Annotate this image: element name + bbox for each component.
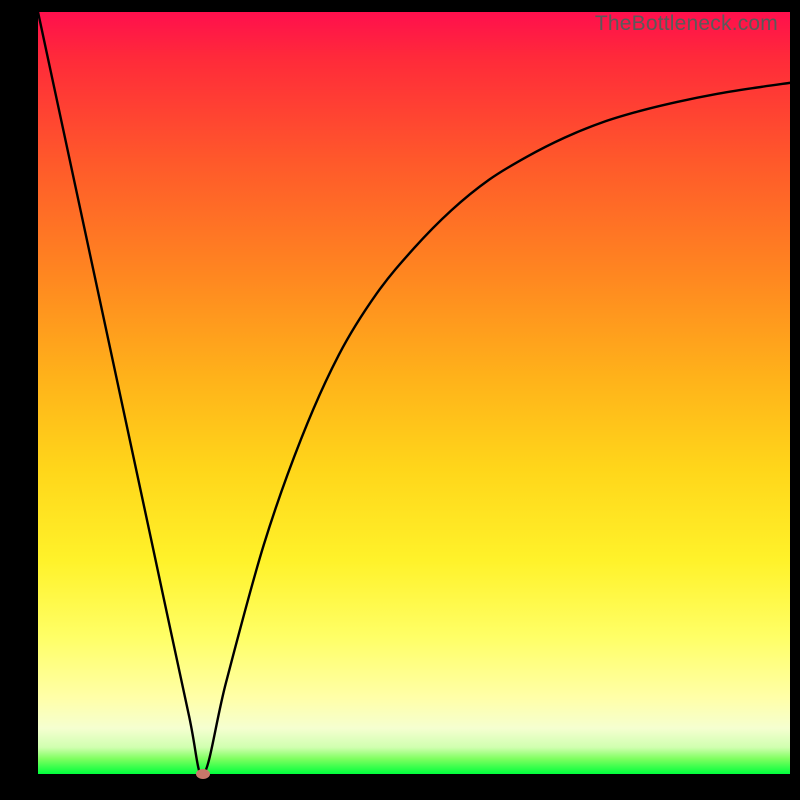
minimum-marker <box>196 769 210 779</box>
plot-area: TheBottleneck.com <box>38 12 790 774</box>
bottleneck-curve <box>38 12 790 774</box>
chart-frame: TheBottleneck.com <box>0 0 800 800</box>
curve-path <box>38 12 790 774</box>
